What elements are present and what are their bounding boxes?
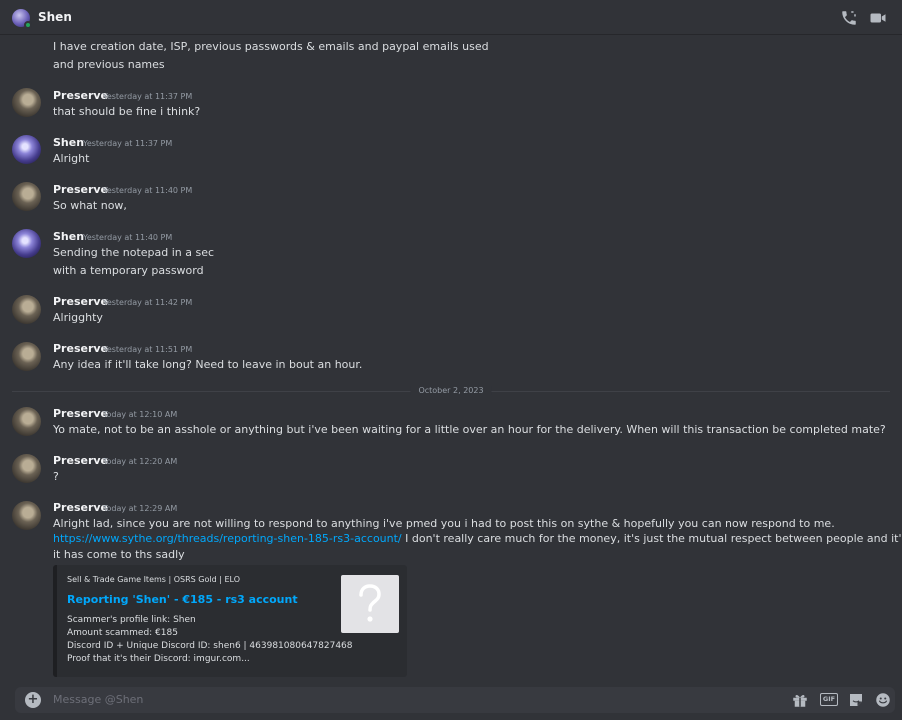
message-author[interactable]: Preserve	[53, 295, 108, 308]
message-author[interactable]: Shen	[53, 230, 84, 243]
message-timestamp: Yesterday at 11:42 PM	[103, 298, 193, 307]
embed-description-line: Discord ID + Unique Discord ID: shen6 | …	[67, 641, 353, 651]
message-timestamp: Yesterday at 11:37 PM	[103, 92, 193, 101]
message-text: with a temporary password	[53, 264, 204, 277]
message-author[interactable]: Preserve	[53, 342, 108, 355]
embed-provider[interactable]: Sell & Trade Game Items | OSRS Gold | EL…	[67, 575, 240, 584]
message-timestamp: Yesterday at 11:51 PM	[103, 345, 193, 354]
dm-header: Shen	[0, 0, 902, 35]
message-text: ?	[53, 470, 59, 483]
message-text: Alrigghty	[53, 311, 103, 324]
message-author[interactable]: Preserve	[53, 407, 108, 420]
avatar[interactable]	[12, 135, 41, 164]
emoji-icon[interactable]	[874, 691, 892, 709]
message-author[interactable]: Preserve	[53, 501, 108, 514]
message-author[interactable]: Preserve	[53, 183, 108, 196]
embed-thumbnail[interactable]	[341, 575, 399, 633]
message-text: So what now,	[53, 199, 127, 212]
embed-description-line: Amount scammed: €185	[67, 628, 178, 638]
gif-icon[interactable]: GIF	[820, 693, 838, 706]
phone-icon[interactable]	[840, 9, 858, 27]
message-timestamp: Today at 12:29 AM	[103, 504, 178, 513]
embed-description-line: Scammer's profile link: Shen	[67, 615, 196, 625]
avatar[interactable]	[12, 182, 41, 211]
embed-description-line: Proof that it's their Discord: imgur.com…	[67, 654, 250, 664]
message-text: Any idea if it'll take long? Need to lea…	[53, 358, 363, 371]
gift-icon[interactable]	[791, 691, 809, 709]
message-text: that should be fine i think?	[53, 105, 201, 118]
message-timestamp: Today at 12:20 AM	[103, 457, 178, 466]
message-list[interactable]: I have creation date, ISP, previous pass…	[0, 36, 902, 682]
link-embed: Sell & Trade Game Items | OSRS Gold | EL…	[53, 565, 407, 677]
message-text: Sending the notepad in a sec	[53, 246, 215, 259]
message-author[interactable]: Preserve	[53, 89, 108, 102]
message-text: I have creation date, ISP, previous pass…	[53, 40, 489, 53]
message-author[interactable]: Shen	[53, 136, 84, 149]
message-composer[interactable]: + Message @Shen GIF	[15, 687, 895, 713]
date-divider: October 2, 2023	[12, 386, 890, 396]
sythe-thread-link[interactable]: https://www.sythe.org/threads/reporting-…	[53, 532, 402, 545]
sticker-icon[interactable]	[847, 691, 865, 709]
message-text-continuation: I don't really care much for the money, …	[401, 532, 902, 545]
avatar[interactable]	[12, 342, 41, 371]
message-text: Yo mate, not to be an asshole or anythin…	[53, 423, 886, 436]
plus-icon[interactable]: +	[25, 692, 41, 708]
avatar[interactable]	[12, 295, 41, 324]
avatar[interactable]	[12, 454, 41, 483]
video-icon[interactable]	[869, 9, 887, 27]
message-input[interactable]: Message @Shen	[53, 693, 143, 706]
message-text: Alright lad, since you are not willing t…	[53, 517, 835, 530]
header-avatar[interactable]	[12, 9, 32, 29]
embed-title[interactable]: Reporting 'Shen' - €185 - rs3 account	[67, 593, 298, 606]
dm-title[interactable]: Shen	[38, 10, 72, 24]
avatar[interactable]	[12, 229, 41, 258]
avatar[interactable]	[12, 88, 41, 117]
message-text: https://www.sythe.org/threads/reporting-…	[53, 532, 902, 545]
question-mark-icon	[359, 584, 381, 622]
avatar[interactable]	[12, 407, 41, 436]
avatar[interactable]	[12, 501, 41, 530]
message-text: it has come to ths sadly	[53, 548, 185, 561]
online-status-dot	[24, 21, 32, 29]
message-author[interactable]: Preserve	[53, 454, 108, 467]
message-text: and previous names	[53, 58, 165, 71]
message-timestamp: Yesterday at 11:37 PM	[83, 139, 173, 148]
date-divider-label: October 2, 2023	[410, 386, 492, 395]
message-timestamp: Today at 12:10 AM	[103, 410, 178, 419]
message-text: Alright	[53, 152, 90, 165]
message-timestamp: Yesterday at 11:40 PM	[103, 186, 193, 195]
message-timestamp: Yesterday at 11:40 PM	[83, 233, 173, 242]
